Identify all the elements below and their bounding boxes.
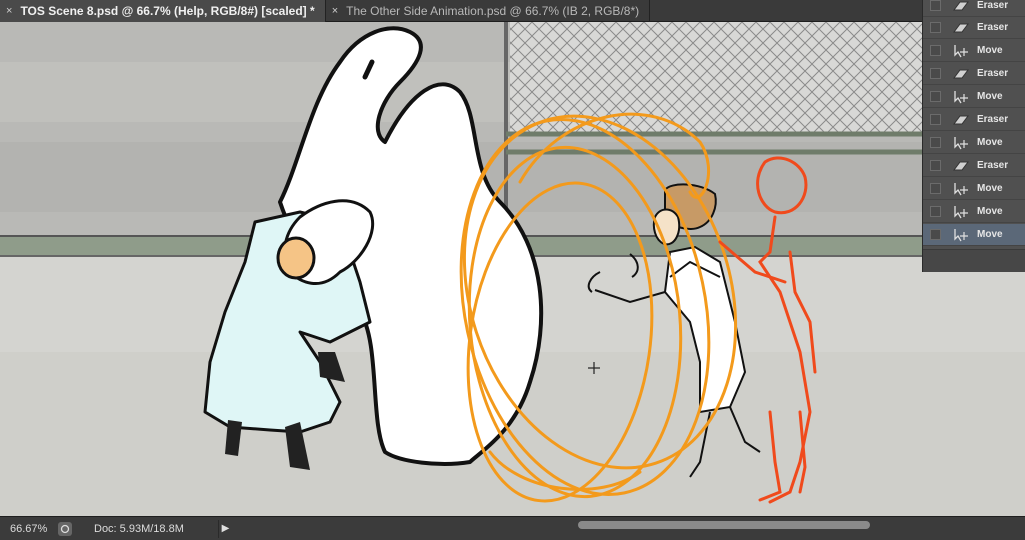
document-canvas[interactable] <box>0 22 1025 516</box>
tab-tos-scene-8[interactable]: × TOS Scene 8.psd @ 66.7% (Help, RGB/8#)… <box>0 0 326 22</box>
history-item[interactable]: Eraser <box>923 63 1025 85</box>
eraser-icon <box>951 21 971 35</box>
close-tab-icon[interactable]: × <box>332 5 338 17</box>
status-menu-arrow-icon[interactable]: ▶ <box>218 519 232 538</box>
history-item-selected[interactable]: Move <box>923 224 1025 246</box>
history-brush-checkbox[interactable] <box>930 91 941 102</box>
zoom-level[interactable]: 66.67% <box>0 523 58 535</box>
eraser-icon <box>951 0 971 13</box>
history-item-label: Eraser <box>977 22 1009 33</box>
history-item-label: Move <box>977 91 1003 102</box>
history-item-label: Eraser <box>977 0 1009 11</box>
history-item[interactable]: Move <box>923 132 1025 154</box>
tab-title: TOS Scene 8.psd @ 66.7% (Help, RGB/8#) [… <box>20 4 315 18</box>
history-item[interactable]: Move <box>923 178 1025 200</box>
document-size-info: Doc: 5.93M/18.8M <box>94 522 184 535</box>
move-tool-icon <box>951 205 971 219</box>
tab-other-side-animation[interactable]: × The Other Side Animation.psd @ 66.7% (… <box>326 0 651 22</box>
history-brush-checkbox[interactable] <box>930 229 941 240</box>
move-tool-icon <box>951 182 971 196</box>
status-bar: 66.67% Doc: 5.93M/18.8M ▶ <box>0 516 1025 540</box>
eraser-icon <box>951 159 971 173</box>
history-brush-checkbox[interactable] <box>930 183 941 194</box>
history-brush-checkbox[interactable] <box>930 160 941 171</box>
move-tool-icon <box>951 228 971 242</box>
history-item-label: Eraser <box>977 160 1009 171</box>
eraser-icon <box>951 113 971 127</box>
history-item-label: Move <box>977 183 1003 194</box>
tab-title: The Other Side Animation.psd @ 66.7% (IB… <box>346 4 640 18</box>
history-panel: Eraser Eraser Move Eraser Move Eraser Mo… <box>922 0 1025 272</box>
horizontal-scrollbar[interactable] <box>578 521 870 529</box>
history-item-label: Move <box>977 229 1003 240</box>
document-tab-bar: × TOS Scene 8.psd @ 66.7% (Help, RGB/8#)… <box>0 0 1025 22</box>
move-tool-icon <box>951 90 971 104</box>
history-item[interactable]: Move <box>923 40 1025 62</box>
history-item[interactable]: Move <box>923 201 1025 223</box>
history-item[interactable]: Eraser <box>923 155 1025 177</box>
history-item-label: Eraser <box>977 68 1009 79</box>
move-tool-icon <box>951 136 971 150</box>
history-item[interactable]: Move <box>923 86 1025 108</box>
history-brush-checkbox[interactable] <box>930 22 941 33</box>
timeline-icon[interactable] <box>58 521 72 536</box>
face <box>276 236 316 280</box>
history-brush-checkbox[interactable] <box>930 114 941 125</box>
history-item-label: Move <box>977 45 1003 56</box>
history-item-label: Move <box>977 137 1003 148</box>
history-item[interactable]: Eraser <box>923 17 1025 39</box>
history-brush-checkbox[interactable] <box>930 206 941 217</box>
history-brush-checkbox[interactable] <box>930 137 941 148</box>
history-brush-checkbox[interactable] <box>930 0 941 11</box>
history-panel-footer <box>923 249 1025 272</box>
eraser-icon <box>951 67 971 81</box>
history-item[interactable]: Eraser <box>923 109 1025 131</box>
history-brush-checkbox[interactable] <box>930 68 941 79</box>
artwork <box>0 22 1025 516</box>
history-brush-checkbox[interactable] <box>930 45 941 56</box>
close-tab-icon[interactable]: × <box>6 5 12 17</box>
history-item[interactable]: Eraser <box>923 0 1025 17</box>
history-item-label: Eraser <box>977 114 1009 125</box>
move-tool-icon <box>951 44 971 58</box>
history-item-label: Move <box>977 206 1003 217</box>
